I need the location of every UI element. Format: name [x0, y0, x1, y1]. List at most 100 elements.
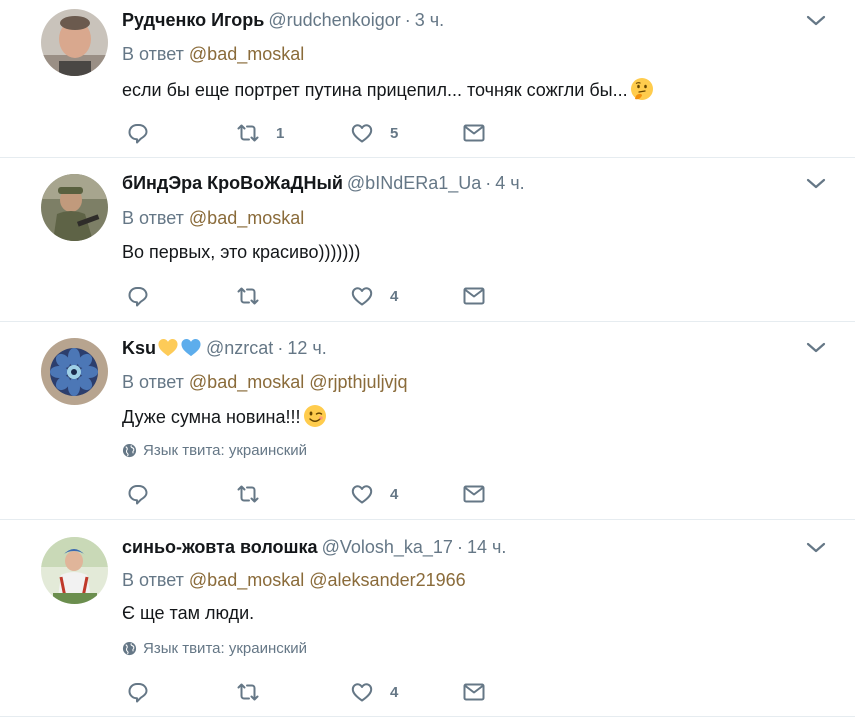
direct-message-button[interactable] — [462, 680, 486, 704]
direct-message-icon — [463, 124, 485, 142]
tweet-actions: 4 — [126, 482, 486, 506]
tweet[interactable]: Ksu @nzrcat · 12 ч. В ответ @bad_moskal @rj… — [0, 322, 855, 520]
yellow-heart-icon — [157, 337, 179, 361]
tweet-text: Во первых, это красиво))))))) — [122, 241, 360, 263]
mention-link[interactable]: @bad_moskal — [189, 570, 304, 590]
reply-context: В ответ @bad_moskal — [122, 208, 304, 228]
reply-button[interactable] — [126, 284, 150, 308]
display-name[interactable]: бИндЭра КроВоЖаДНый — [122, 173, 343, 193]
reply-icon — [128, 287, 148, 307]
blue-heart-icon — [180, 337, 202, 361]
avatar[interactable] — [41, 537, 108, 604]
tweet-text-body: Дуже сумна новина!!! — [122, 407, 301, 427]
chevron-down-icon[interactable] — [805, 340, 827, 356]
like-heart-icon — [351, 485, 373, 504]
retweet-icon — [237, 485, 259, 503]
chevron-down-icon[interactable] — [805, 13, 827, 29]
reply-context: В ответ @bad_moskal @rjpthjuljvjq — [122, 372, 408, 392]
like-count: 5 — [390, 124, 399, 142]
display-name[interactable]: Рудченко Игорь — [122, 10, 264, 30]
globe-icon — [122, 443, 137, 458]
globe-icon — [122, 641, 137, 656]
reply-button[interactable] — [126, 482, 150, 506]
tweet-text: если бы еще портрет путина прицепил... т… — [122, 77, 654, 106]
reply-icon — [128, 485, 148, 505]
thinking-face-emoji-icon — [630, 77, 654, 106]
reply-prefix: В ответ — [122, 44, 184, 64]
retweet-icon — [237, 124, 259, 142]
tweet-language: Язык твита: украинский — [122, 640, 307, 657]
tweet-header: Рудченко Игорь @rudchenkoigor · 3 ч. — [122, 10, 444, 30]
avatar[interactable] — [41, 9, 108, 76]
retweet-icon — [237, 287, 259, 305]
reply-icon — [128, 683, 148, 703]
language-note: Язык твита: украинский — [143, 640, 308, 657]
tweet-header: синьо-жовта волошка @Volosh_ka_17 · 14 ч. — [122, 537, 506, 557]
tweet-header: бИндЭра КроВоЖаДНый @bINdERa1_Ua · 4 ч. — [122, 173, 525, 193]
separator-dot: · — [485, 173, 492, 193]
tweet-text-body: Є ще там люди. — [122, 603, 255, 623]
retweet-icon — [237, 683, 259, 701]
tweet-text-body: Во первых, это красиво))))))) — [122, 242, 361, 262]
retweet-button[interactable]: 1 — [236, 121, 284, 145]
like-button[interactable]: 4 — [350, 680, 398, 704]
display-name[interactable]: Ksu — [122, 338, 156, 358]
chevron-down-icon[interactable] — [805, 540, 827, 556]
direct-message-button[interactable] — [462, 121, 486, 145]
retweet-button[interactable] — [236, 284, 276, 308]
reply-context: В ответ @bad_moskal @aleksander21966 — [122, 570, 466, 590]
timestamp[interactable]: 3 ч. — [415, 10, 444, 30]
language-note: Язык твита: украинский — [143, 442, 308, 459]
reply-prefix: В ответ — [122, 208, 184, 228]
reply-button[interactable] — [126, 121, 150, 145]
avatar[interactable] — [41, 338, 108, 405]
mention-link[interactable]: @rjpthjuljvjq — [309, 372, 407, 392]
direct-message-icon — [463, 683, 485, 701]
reply-button[interactable] — [126, 680, 150, 704]
separator-dot: · — [277, 338, 284, 358]
reply-prefix: В ответ — [122, 372, 184, 392]
timestamp[interactable]: 4 ч. — [495, 173, 524, 193]
reply-prefix: В ответ — [122, 570, 184, 590]
username[interactable]: @nzrcat — [206, 338, 273, 358]
mention-link[interactable]: @bad_moskal — [189, 372, 304, 392]
mention-link[interactable]: @aleksander21966 — [309, 570, 465, 590]
username[interactable]: @Volosh_ka_17 — [322, 537, 453, 557]
direct-message-button[interactable] — [462, 482, 486, 506]
tweet-text-body: если бы еще портрет путина прицепил... т… — [122, 80, 628, 100]
tweet[interactable]: бИндЭра КроВоЖаДНый @bINdERa1_Ua · 4 ч. В о… — [0, 158, 855, 322]
direct-message-icon — [463, 287, 485, 305]
tweet-header: Ksu @nzrcat · 12 ч. — [122, 337, 327, 361]
like-heart-icon — [351, 124, 373, 143]
retweet-button[interactable] — [236, 482, 276, 506]
timestamp[interactable]: 14 ч. — [467, 537, 506, 557]
separator-dot: · — [456, 537, 463, 557]
like-button[interactable]: 5 — [350, 121, 398, 145]
like-count: 4 — [390, 485, 399, 503]
avatar[interactable] — [41, 174, 108, 241]
tweet-actions: 4 — [126, 284, 486, 308]
tweet[interactable]: Рудченко Игорь @rudchenkoigor · 3 ч. В отве… — [0, 0, 855, 158]
username[interactable]: @bINdERa1_Ua — [347, 173, 481, 193]
tweet[interactable]: синьо-жовта волошка @Volosh_ka_17 · 14 ч. В… — [0, 520, 855, 717]
like-count: 4 — [390, 287, 399, 305]
like-heart-icon — [351, 683, 373, 702]
like-button[interactable]: 4 — [350, 482, 398, 506]
retweet-button[interactable] — [236, 680, 276, 704]
winking-face-emoji-icon — [303, 404, 327, 433]
tweet-text: Дуже сумна новина!!! — [122, 404, 327, 433]
tweet-actions: 1 5 — [126, 121, 486, 145]
reply-context: В ответ @bad_moskal — [122, 44, 304, 64]
mention-link[interactable]: @bad_moskal — [189, 208, 304, 228]
chevron-down-icon[interactable] — [805, 176, 827, 192]
tweet-replies-feed: Рудченко Игорь @rudchenkoigor · 3 ч. В отве… — [0, 0, 855, 725]
display-name[interactable]: синьо-жовта волошка — [122, 537, 318, 557]
like-button[interactable]: 4 — [350, 284, 398, 308]
reply-icon — [128, 124, 148, 144]
direct-message-button[interactable] — [462, 284, 486, 308]
separator-dot: · — [404, 10, 411, 30]
tweet-text: Є ще там люди. — [122, 602, 254, 624]
timestamp[interactable]: 12 ч. — [287, 338, 326, 358]
mention-link[interactable]: @bad_moskal — [189, 44, 304, 64]
username[interactable]: @rudchenkoigor — [268, 10, 400, 30]
